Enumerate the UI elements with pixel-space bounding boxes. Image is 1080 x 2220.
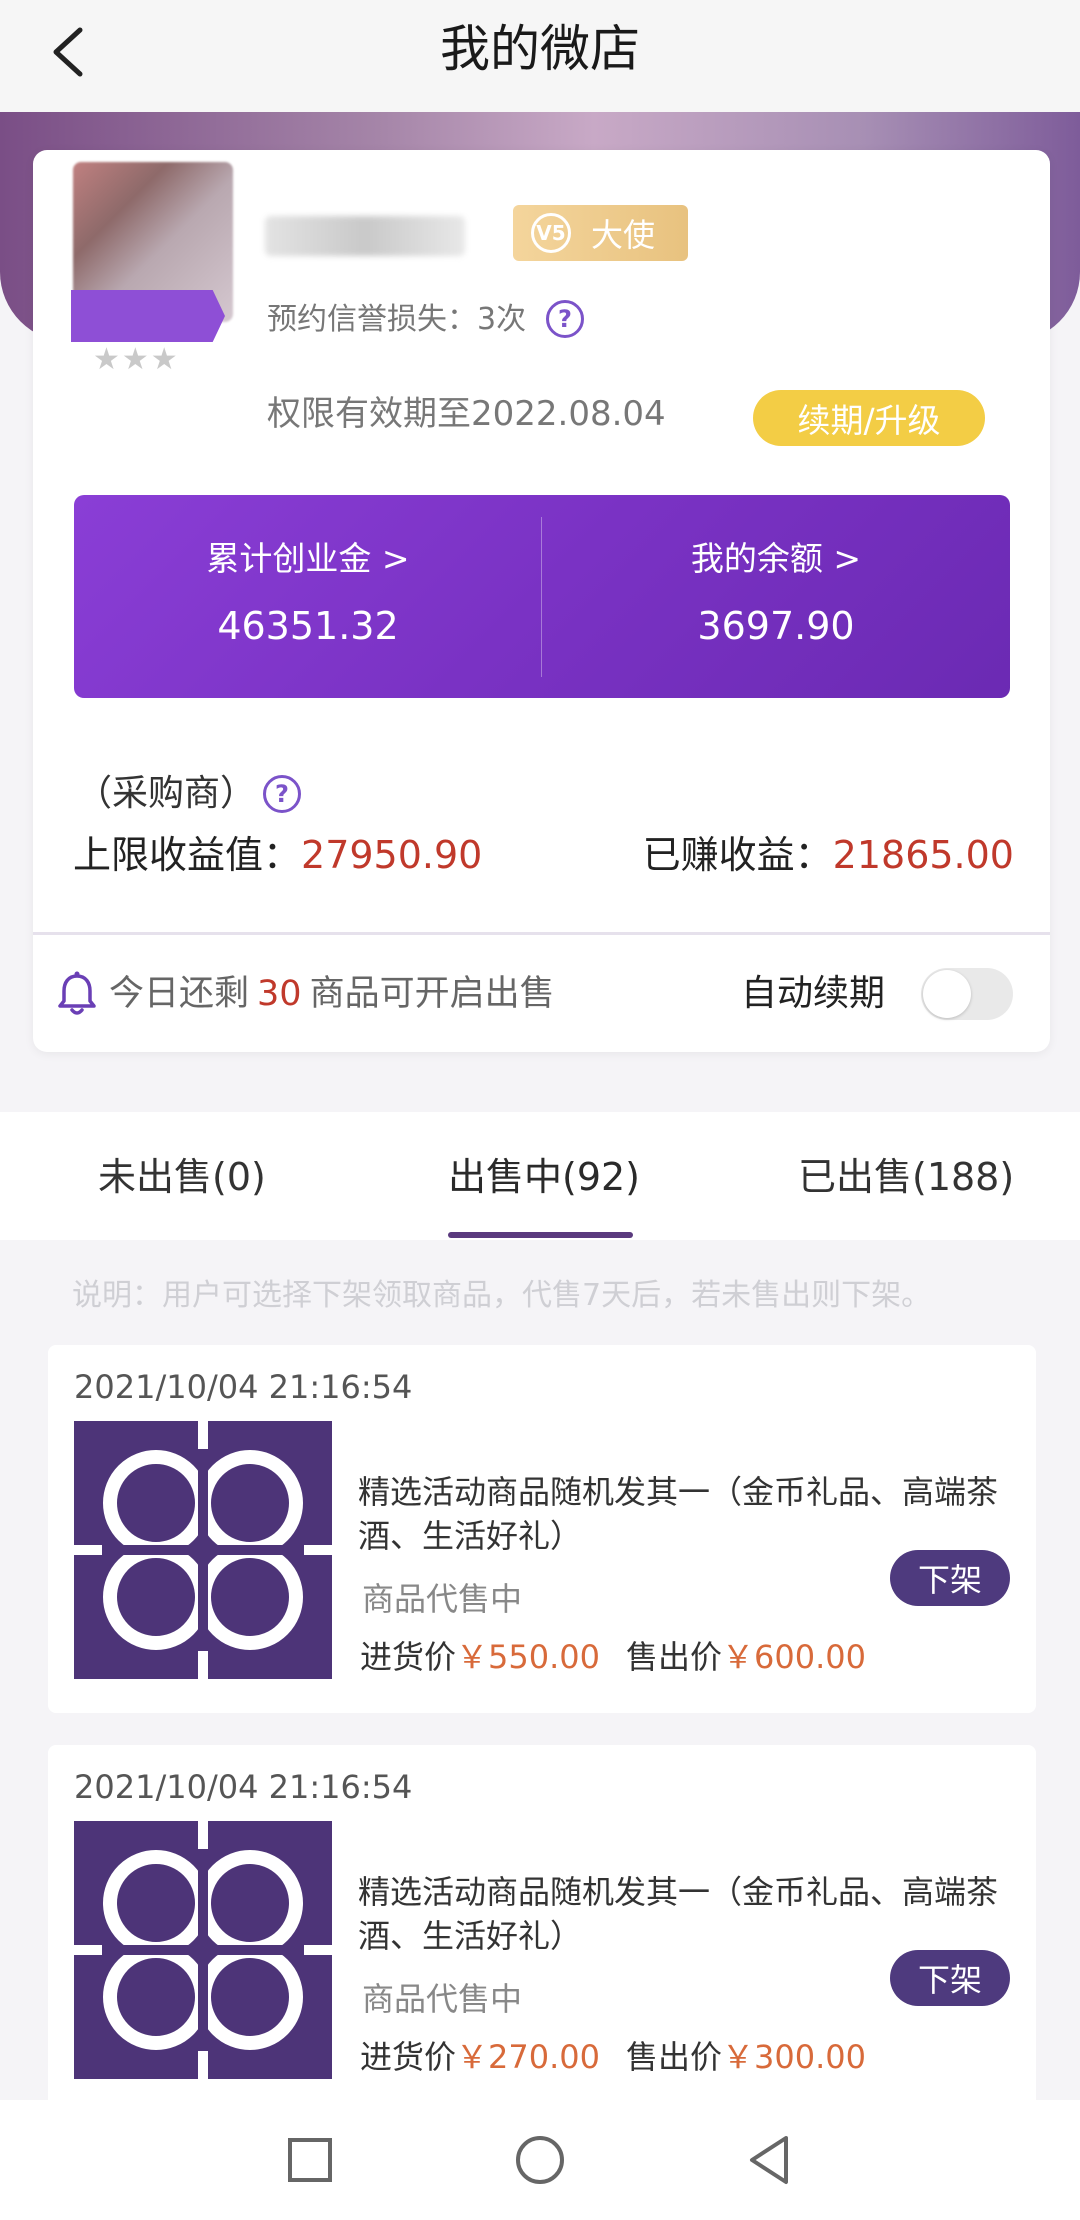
sale-price-label: 售出价 (626, 1638, 723, 1676)
cost-price: ￥550.00 (456, 1638, 600, 1676)
clover-logo-icon[interactable] (74, 1821, 332, 2079)
my-balance-value: 3697.90 (697, 604, 855, 648)
help-icon[interactable]: ? (546, 300, 584, 338)
product-title: 精选活动商品随机发其一（金币礼品、高端茶酒、生活好礼） (358, 1473, 999, 1555)
top-bar: 我的微店 (0, 0, 1080, 112)
active-tab-indicator (448, 1232, 633, 1238)
delist-button[interactable]: 下架 (890, 1550, 1010, 1606)
divider (33, 932, 1050, 935)
user-name-redacted (265, 216, 465, 256)
level-badge-label: 大使 (591, 216, 656, 254)
tab-unsold[interactable]: 未出售(0) (98, 1152, 266, 1202)
remaining-suffix: 商品可开启出售 (309, 974, 555, 1014)
order-time: 2021/10/04 21:16:54 (74, 1768, 413, 1806)
my-balance-link[interactable]: 我的余额 > 3697.90 (542, 495, 1010, 698)
auto-renew-label: 自动续期 (741, 973, 886, 1014)
sale-price-label: 售出价 (626, 2038, 723, 2076)
earned-earnings-value: 21865.00 (832, 833, 1014, 877)
avatar-stars-icon: ★★★ (93, 342, 180, 377)
balance-panel: 累计创业金 > 46351.32 我的余额 > 3697.90 (74, 495, 1010, 698)
level-badge: V5 大使 (513, 205, 688, 261)
validity-text: 权限有效期至2022.08.04 (267, 394, 666, 434)
cumulative-fund-value: 46351.32 (217, 604, 399, 648)
my-balance-label: 我的余额 > (690, 539, 862, 578)
cumulative-fund-label: 累计创业金 > (206, 539, 410, 578)
order-card: 2021/10/04 21:16:54 精选活动商品随机发其一（金币礼品、高端茶… (48, 1745, 1036, 2113)
help-icon[interactable]: ? (263, 775, 301, 813)
auto-renew-toggle[interactable] (921, 968, 1013, 1020)
status-tabs: 未出售(0) 出售中(92) 已出售(188) (0, 1112, 1080, 1240)
profile-card: ★★★ V5 大使 预约信誉损失：3次 ? 权限有效期至2022.08.04 续… (33, 150, 1050, 1052)
product-status: 商品代售中 (362, 1580, 523, 1618)
cost-price-label: 进货价 (360, 2038, 457, 2076)
order-card: 2021/10/04 21:16:54 精选活动商品随机发其一（金币礼品、高端茶… (48, 1345, 1036, 1713)
limit-earnings: 上限收益值：27950.90 (73, 830, 482, 880)
limit-earnings-label: 上限收益值： (73, 833, 302, 877)
toggle-knob (923, 970, 971, 1018)
notice-text: 说明：用户可选择下架领取商品，代售7天后，若未售出则下架。 (72, 1278, 932, 1313)
system-nav-bar (0, 2100, 1080, 2220)
nav-recent-icon[interactable] (280, 2130, 340, 2190)
order-time: 2021/10/04 21:16:54 (74, 1368, 413, 1406)
renew-upgrade-button[interactable]: 续期/升级 (753, 390, 985, 446)
level-medal-icon: V5 (531, 213, 571, 253)
buyer-label: （采购商） (76, 773, 257, 814)
nav-back-icon[interactable] (740, 2130, 800, 2190)
remaining-quota-text: 今日还剩 30 商品可开启出售 (109, 970, 555, 1018)
sale-price: ￥600.00 (722, 1638, 866, 1676)
bell-icon (58, 971, 96, 1015)
tab-sold[interactable]: 已出售(188) (798, 1152, 1014, 1202)
remaining-prefix: 今日还剩 (109, 974, 250, 1014)
price-line: 进货价￥550.00 售出价￥600.00 (360, 1635, 866, 1679)
credit-loss-text: 预约信誉损失：3次 (267, 302, 527, 337)
tab-selling[interactable]: 出售中(92) (448, 1152, 640, 1202)
earned-earnings-label: 已赚收益： (642, 833, 833, 877)
delist-button[interactable]: 下架 (890, 1950, 1010, 2006)
earned-earnings: 已赚收益：21865.00 (643, 830, 1014, 880)
cost-price: ￥270.00 (456, 2038, 600, 2076)
clover-logo-icon[interactable] (74, 1421, 332, 1679)
remaining-count: 30 (257, 974, 302, 1014)
product-status: 商品代售中 (362, 1980, 523, 2018)
nav-home-icon[interactable] (510, 2130, 570, 2190)
cost-price-label: 进货价 (360, 1638, 457, 1676)
avatar-ribbon (71, 290, 225, 342)
price-line: 进货价￥270.00 售出价￥300.00 (360, 2035, 866, 2079)
cumulative-fund-link[interactable]: 累计创业金 > 46351.32 (74, 495, 542, 698)
product-title: 精选活动商品随机发其一（金币礼品、高端茶酒、生活好礼） (358, 1873, 999, 1955)
sale-price: ￥300.00 (722, 2038, 866, 2076)
limit-earnings-value: 27950.90 (301, 833, 483, 877)
page-title: 我的微店 (440, 20, 640, 78)
